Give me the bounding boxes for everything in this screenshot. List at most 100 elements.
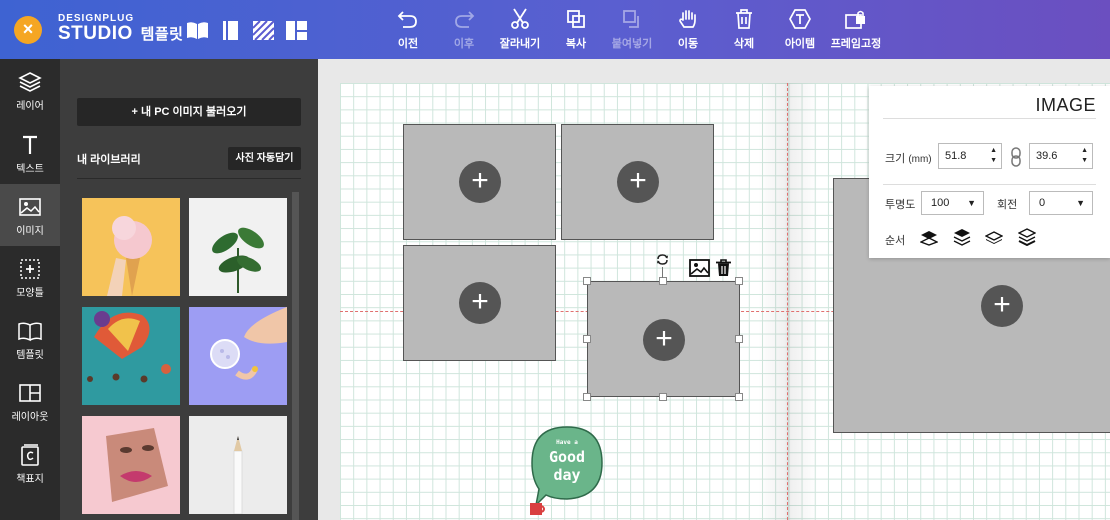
resize-handle[interactable] (583, 277, 591, 285)
library-thumbnail-pencil[interactable] (189, 416, 287, 514)
rotation-value: 0 (1039, 197, 1046, 209)
move-label: 이동 (677, 38, 699, 50)
image-library-panel: + 내 PC 이미지 불러오기 내 라이브러리 사진 자동담기 (60, 59, 318, 520)
sticker-line3: day (553, 466, 581, 484)
close-button[interactable]: × (14, 16, 42, 44)
copy-button[interactable]: 복사 (548, 0, 604, 59)
cover-icon (21, 444, 39, 466)
add-photo-icon[interactable]: + (981, 285, 1023, 327)
panel-scrollbar[interactable] (292, 192, 299, 520)
library-thumbnail-balloons[interactable] (82, 307, 180, 405)
cut-label: 잘라내기 (499, 38, 541, 50)
rail-item-layers[interactable]: 레이어 (0, 59, 60, 121)
brand-template: 템플릿 (140, 26, 184, 43)
size-label-text: 크기 (885, 153, 906, 165)
good-day-sticker[interactable]: Have a Good day (530, 425, 604, 520)
item-button[interactable]: 아이템 (772, 0, 828, 59)
brand-studio: STUDIO (58, 23, 133, 44)
undo-label: 이전 (397, 38, 419, 50)
redo-icon (455, 11, 475, 28)
send-backward-icon[interactable] (985, 228, 1003, 246)
add-photo-icon[interactable]: + (459, 282, 501, 324)
resize-handle[interactable] (735, 277, 743, 285)
redo-button[interactable]: 이후 (436, 0, 492, 59)
add-photo-icon[interactable]: + (617, 161, 659, 203)
rail-item-cover[interactable]: 책표지 (0, 432, 60, 494)
properties-title: IMAGE (1035, 95, 1096, 115)
replace-image-icon[interactable] (689, 259, 710, 277)
link-ratio-icon[interactable] (1010, 147, 1022, 167)
lock-frame-icon (845, 10, 865, 29)
send-to-back-icon[interactable] (1018, 228, 1036, 246)
add-photo-icon[interactable]: + (643, 319, 685, 361)
library-thumbnail-lips[interactable] (82, 416, 180, 514)
delete-button[interactable]: 삭제 (716, 0, 772, 59)
scissors-icon (511, 8, 529, 29)
brand-title: STUDIO 템플릿 (58, 23, 183, 45)
copy-icon (567, 10, 585, 28)
image-properties-panel: IMAGE 크기 (mm) 51.8 ▲ ▼ 39.6 ▲ ▼ 투명도 100 ▼ 회… (869, 86, 1110, 258)
photo-frame[interactable]: + (561, 124, 714, 240)
page-spine (758, 83, 818, 520)
photo-frame[interactable]: + (403, 124, 556, 240)
rail-label: 레이아웃 (11, 412, 49, 423)
paste-button[interactable]: 붙여넣기 (604, 0, 660, 59)
selected-photo-frame[interactable]: + (587, 281, 740, 397)
rail-item-layout[interactable]: 레이아웃 (0, 370, 60, 432)
left-rail: 레이어 텍스트 이미지 모양틀 템플릿 레이아웃 책표지 (0, 59, 60, 520)
stepper-arrows-icon[interactable]: ▲ ▼ (990, 146, 997, 166)
resize-handle[interactable] (583, 335, 591, 343)
resize-handle[interactable] (735, 393, 743, 401)
library-thumbnail-glitter[interactable] (189, 307, 287, 405)
chevron-down-icon: ▼ (967, 198, 976, 208)
rail-item-shape-frame[interactable]: 모양틀 (0, 246, 60, 308)
rotation-select[interactable]: 0 ▼ (1029, 191, 1093, 215)
opacity-select[interactable]: 100 ▼ (921, 191, 984, 215)
rail-item-image[interactable]: 이미지 (0, 184, 60, 246)
resize-handle[interactable] (659, 277, 667, 285)
width-stepper[interactable]: 51.8 ▲ ▼ (938, 143, 1002, 169)
resize-handle[interactable] (659, 393, 667, 401)
undo-icon (397, 11, 417, 28)
cut-button[interactable]: 잘라내기 (492, 0, 548, 59)
library-thumbnail-ice-cream[interactable] (82, 198, 180, 296)
chevron-down-icon: ▼ (1076, 198, 1085, 208)
undo-button[interactable]: 이전 (380, 0, 436, 59)
panel-divider (77, 178, 301, 179)
add-photo-icon[interactable]: + (459, 161, 501, 203)
bring-forward-icon[interactable] (953, 228, 971, 246)
stepper-arrows-icon[interactable]: ▲ ▼ (1081, 146, 1088, 166)
item-label: 아이템 (784, 38, 816, 50)
library-title: 내 라이브러리 (77, 154, 141, 166)
book-icon (18, 322, 42, 342)
hand-icon (679, 10, 696, 28)
resize-handle[interactable] (583, 393, 591, 401)
delete-frame-icon[interactable] (715, 259, 732, 277)
resize-handle[interactable] (735, 335, 743, 343)
size-label: 크기 (mm) (885, 150, 932, 166)
copy-label: 복사 (565, 38, 587, 50)
sticker-line2: Good (548, 448, 586, 466)
photo-frame[interactable]: + (403, 245, 556, 361)
trash-icon (736, 9, 752, 29)
load-pc-images-button[interactable]: + 내 PC 이미지 불러오기 (77, 98, 301, 126)
auto-add-photos-button[interactable]: 사진 자동담기 (228, 147, 301, 170)
book-mode-icon[interactable] (186, 20, 209, 41)
height-stepper[interactable]: 39.6 ▲ ▼ (1029, 143, 1093, 169)
sticker-line1: Have a (556, 439, 578, 446)
size-unit: (mm) (908, 154, 932, 165)
rotate-icon[interactable] (655, 252, 670, 267)
page-mode-icon[interactable] (219, 20, 242, 41)
rail-label: 이미지 (16, 226, 44, 237)
bring-to-front-icon[interactable] (920, 228, 938, 246)
paste-label: 붙여넣기 (611, 38, 653, 50)
rail-item-template[interactable]: 템플릿 (0, 308, 60, 370)
grid-mode-icon[interactable] (285, 20, 308, 41)
lock-frame-button[interactable]: 프레임고정 (828, 0, 884, 59)
move-button[interactable]: 이동 (660, 0, 716, 59)
library-thumbnail-plant[interactable] (189, 198, 287, 296)
rail-item-text[interactable]: 텍스트 (0, 122, 60, 184)
text-icon (23, 135, 37, 154)
hatch-mode-icon[interactable] (252, 20, 275, 41)
vertical-guide-line (787, 83, 788, 520)
